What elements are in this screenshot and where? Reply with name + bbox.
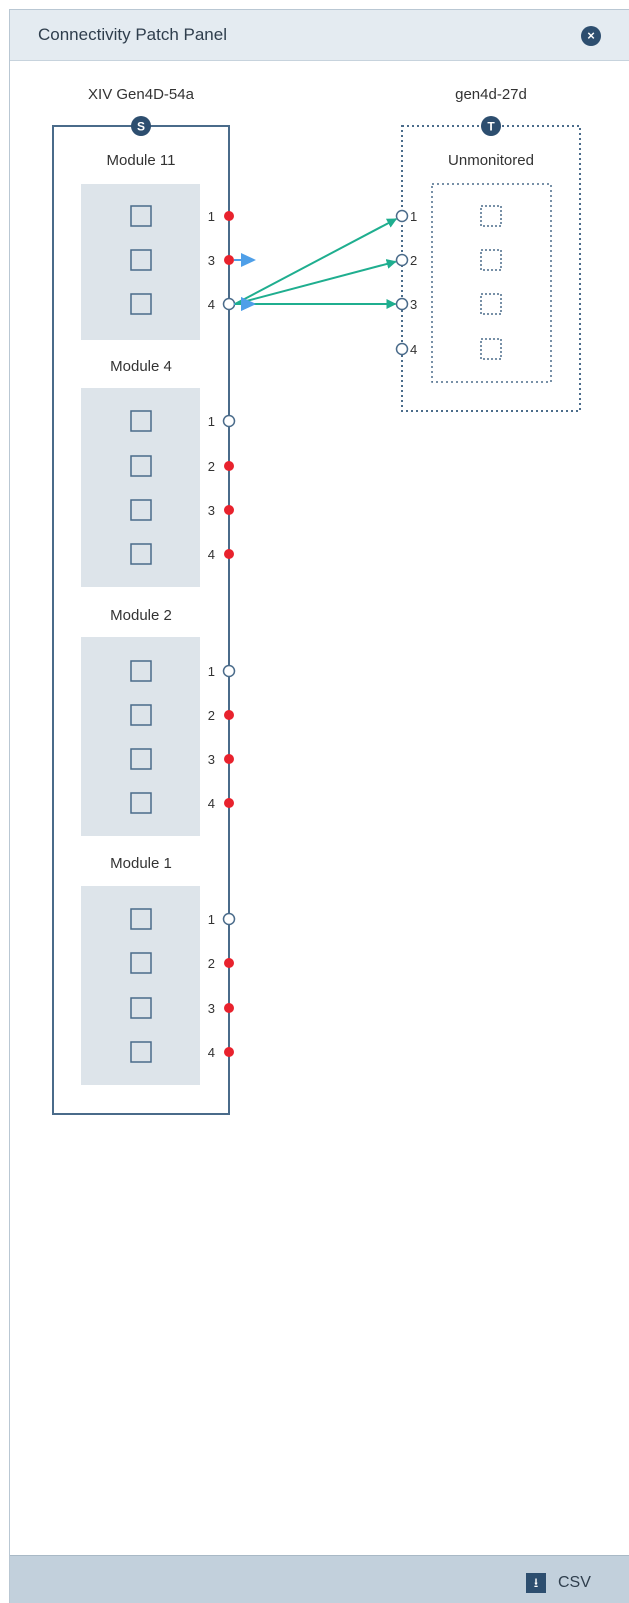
connection-link[interactable] bbox=[234, 218, 398, 305]
port-connected-dot[interactable] bbox=[224, 505, 234, 515]
port-number: 3 bbox=[208, 752, 215, 767]
target-port-slot-icon[interactable] bbox=[480, 205, 502, 227]
export-csv-button[interactable]: ⭳ CSV bbox=[526, 1571, 591, 1595]
target-status-label: Unmonitored bbox=[448, 152, 534, 169]
port-connected-dot[interactable] bbox=[224, 1047, 234, 1057]
target-device-name: gen4d-27d bbox=[455, 86, 527, 103]
port-connected-dot[interactable] bbox=[224, 549, 234, 559]
target-badge-label: T bbox=[487, 120, 495, 134]
port-connected-dot[interactable] bbox=[224, 754, 234, 764]
target-port-dot[interactable] bbox=[395, 253, 409, 267]
pending-link-arrow bbox=[241, 253, 256, 267]
port-open-dot[interactable] bbox=[222, 912, 236, 926]
port-connected-dot[interactable] bbox=[224, 1003, 234, 1013]
port-number: 2 bbox=[208, 956, 215, 971]
target-port-slot-icon[interactable] bbox=[480, 249, 502, 271]
target-port-number: 3 bbox=[410, 297, 417, 312]
module-label: Module 4 bbox=[110, 358, 172, 375]
source-badge-label: S bbox=[137, 120, 145, 134]
module-card bbox=[81, 388, 200, 587]
port-number: 1 bbox=[208, 912, 215, 927]
module-card bbox=[81, 184, 200, 340]
port-connected-dot[interactable] bbox=[224, 710, 234, 720]
port-number: 3 bbox=[208, 503, 215, 518]
target-module-card bbox=[431, 183, 552, 383]
target-port-slot-icon[interactable] bbox=[480, 338, 502, 360]
module-card bbox=[81, 886, 200, 1085]
port-connected-dot[interactable] bbox=[224, 211, 234, 221]
port-open-dot[interactable] bbox=[222, 414, 236, 428]
module-label: Module 1 bbox=[110, 855, 172, 872]
port-connected-dot[interactable] bbox=[224, 958, 234, 968]
port-number: 4 bbox=[208, 1045, 215, 1060]
csv-label: CSV bbox=[558, 1574, 591, 1591]
target-port-dot[interactable] bbox=[395, 209, 409, 223]
connection-link[interactable] bbox=[234, 259, 397, 305]
port-connected-dot[interactable] bbox=[224, 798, 234, 808]
port-number: 4 bbox=[208, 796, 215, 811]
port-number: 1 bbox=[208, 414, 215, 429]
port-number: 4 bbox=[208, 297, 215, 312]
port-number: 3 bbox=[208, 253, 215, 268]
port-number: 4 bbox=[208, 547, 215, 562]
panel-footer: ⭳ CSV bbox=[10, 1555, 629, 1603]
target-port-slot-icon[interactable] bbox=[480, 293, 502, 315]
target-port-number: 1 bbox=[410, 209, 417, 224]
port-number: 1 bbox=[208, 209, 215, 224]
port-number: 1 bbox=[208, 664, 215, 679]
port-open-dot[interactable] bbox=[222, 664, 236, 678]
module-card bbox=[81, 637, 200, 836]
port-number: 3 bbox=[208, 1001, 215, 1016]
target-port-dot[interactable] bbox=[395, 342, 409, 356]
download-icon: ⭳ bbox=[526, 1573, 546, 1593]
target-port-number: 4 bbox=[410, 342, 417, 357]
patch-diagram: XIV Gen4D-54aSModule 11134Module 41234Mo… bbox=[52, 86, 581, 1115]
port-connected-dot[interactable] bbox=[224, 255, 234, 265]
port-open-dot[interactable] bbox=[222, 297, 236, 311]
source-device-name: XIV Gen4D-54a bbox=[88, 86, 195, 103]
connectivity-patch-panel: Connectivity Patch Panel × XIV Gen4D-54a… bbox=[9, 9, 629, 1603]
port-number: 2 bbox=[208, 459, 215, 474]
module-label: Module 2 bbox=[110, 607, 172, 624]
target-port-number: 2 bbox=[410, 253, 417, 268]
port-number: 2 bbox=[208, 708, 215, 723]
port-connected-dot[interactable] bbox=[224, 461, 234, 471]
module-label: Module 11 bbox=[107, 152, 176, 169]
target-port-dot[interactable] bbox=[395, 297, 409, 311]
